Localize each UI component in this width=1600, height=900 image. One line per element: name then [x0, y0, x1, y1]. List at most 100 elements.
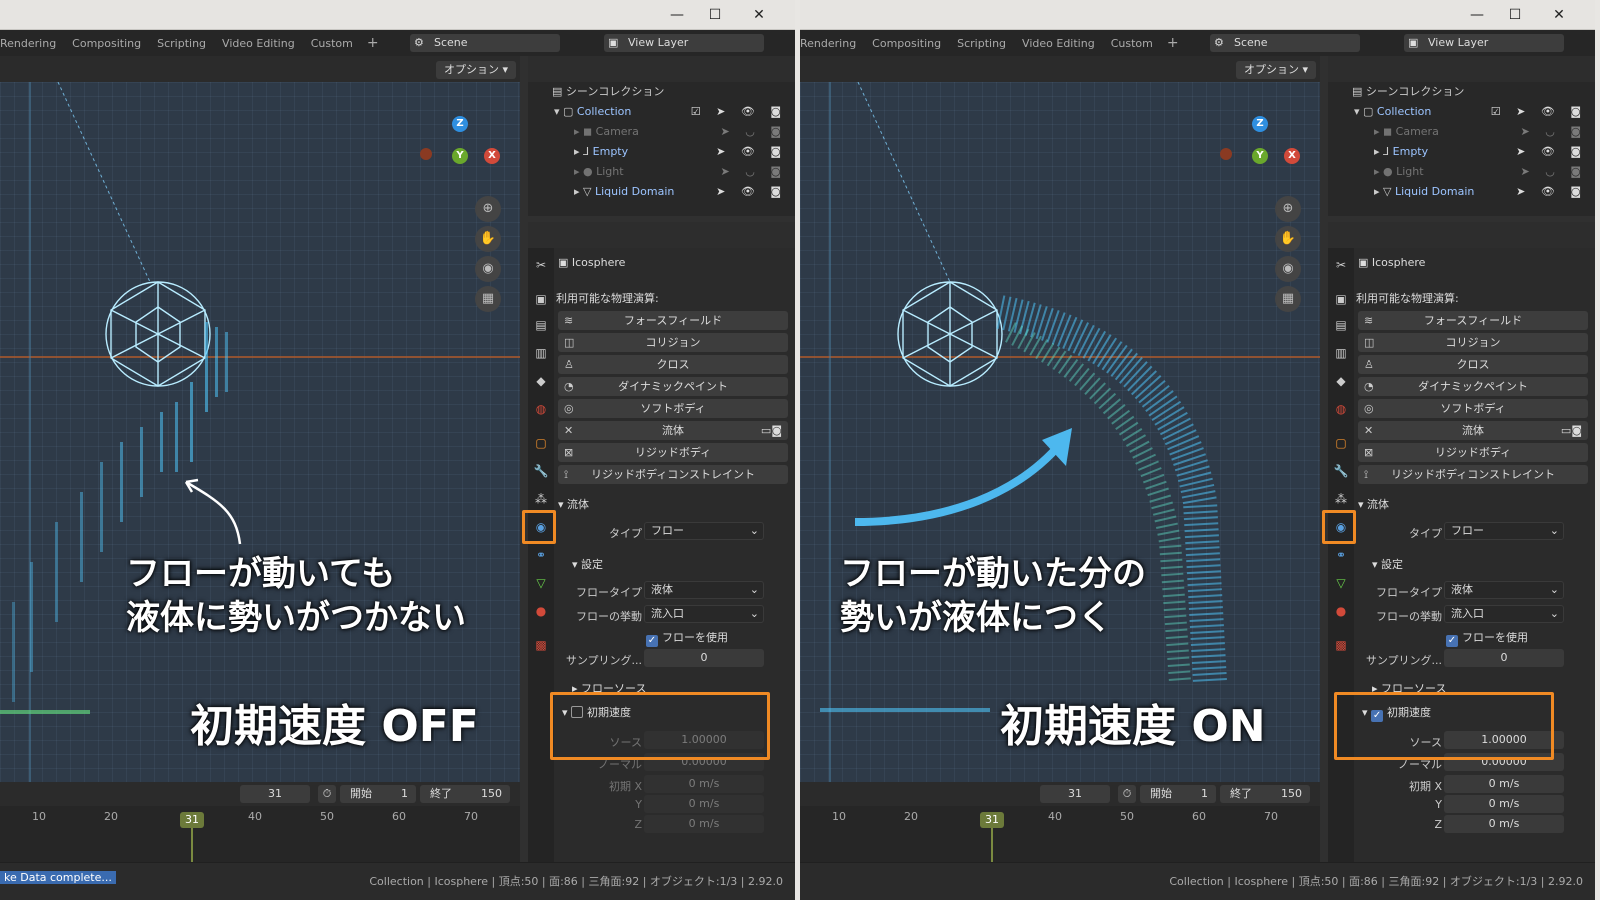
end-frame-field[interactable]: 終了 150	[420, 785, 510, 803]
tab-compositing[interactable]: Compositing	[864, 37, 949, 50]
soft-body-button[interactable]: ◎ ソフトボディ	[558, 399, 788, 418]
render-tab-icon[interactable]: ▣	[532, 290, 550, 308]
visibility-icons[interactable]: ☑ ➤ 👁 ◙	[691, 102, 787, 122]
tab-rendering[interactable]: Rendering	[0, 37, 64, 50]
settings-section-header[interactable]: ▾ 設定	[1372, 556, 1403, 572]
gizmo-y-icon[interactable]: Y	[1252, 148, 1268, 164]
tab-compositing[interactable]: Compositing	[64, 37, 149, 50]
stopwatch-icon[interactable]: ⏱	[318, 785, 336, 803]
view-layer-tab-icon[interactable]: ▥	[1332, 344, 1350, 362]
outliner-item-empty[interactable]: ▸ ⅃ Empty ➤ 👁 ◙	[528, 142, 795, 162]
scene-tab-icon[interactable]: ◆	[532, 372, 550, 390]
modifier-tab-icon[interactable]: 🔧	[1332, 462, 1350, 480]
fluid-visibility-icons[interactable]: ▭◙	[761, 421, 782, 440]
modifier-tab-icon[interactable]: 🔧	[532, 462, 550, 480]
material-tab-icon[interactable]: ●	[532, 602, 550, 620]
rigid-body-button[interactable]: ⊠ リジッドボディ	[1358, 443, 1588, 462]
render-tab-icon[interactable]: ▣	[1332, 290, 1350, 308]
init-y-field[interactable]: 0 m/s	[1444, 795, 1564, 813]
type-dropdown[interactable]: フロー ⌄	[644, 522, 764, 540]
playhead[interactable]: 31	[980, 812, 1004, 828]
timeline-area[interactable]: 10 20 31 40 50 60 70	[0, 806, 520, 862]
fluid-section-header[interactable]: ▾ 流体	[558, 496, 589, 512]
data-tab-icon[interactable]: ▽	[532, 574, 550, 592]
sampling-field[interactable]: 0	[644, 649, 764, 667]
particles-tab-icon[interactable]: ⁂	[532, 490, 550, 508]
init-x-field[interactable]: 0 m/s	[644, 775, 764, 793]
tab-video-editing[interactable]: Video Editing	[1014, 37, 1103, 50]
add-workspace-icon[interactable]: +	[1161, 35, 1185, 51]
outliner-item-camera[interactable]: ▸ ◼ Camera ➤ ◡ ◙	[528, 122, 795, 142]
fluid-button[interactable]: ✕ 流体 ▭◙	[558, 421, 788, 440]
constraints-tab-icon[interactable]: ⚭	[1332, 546, 1350, 564]
tool-tab-icon[interactable]: ✂	[532, 256, 550, 274]
cloth-button[interactable]: ♙ クロス	[558, 355, 788, 374]
close-icon[interactable]: ✕	[750, 6, 768, 24]
data-tab-icon[interactable]: ▽	[1332, 574, 1350, 592]
outliner-item-light[interactable]: ▸ ● Light ➤ ◡ ◙	[528, 162, 795, 182]
object-tab-icon[interactable]: ▢	[532, 434, 550, 452]
add-workspace-icon[interactable]: +	[361, 35, 385, 51]
tab-scripting[interactable]: Scripting	[949, 37, 1014, 50]
tab-rendering[interactable]: Rendering	[800, 37, 864, 50]
init-z-field[interactable]: 0 m/s	[1444, 815, 1564, 833]
settings-section-header[interactable]: ▾ 設定	[572, 556, 603, 572]
outliner-item-light[interactable]: ▸ ● Light ➤ ◡ ◙	[1328, 162, 1595, 182]
pan-hand-icon[interactable]: ✋	[1275, 226, 1301, 252]
3d-viewport[interactable]: Z Y X ⊕ ✋ ◉ ▦ フローが動いた分の 勢いが液体につく 初期速度 ON	[800, 82, 1320, 782]
grid-view-icon[interactable]: ▦	[1275, 286, 1301, 312]
world-tab-icon[interactable]: ◍	[1332, 400, 1350, 418]
outliner-item-liquid-domain[interactable]: ▸ ▽ Liquid Domain ➤ 👁 ◙	[1328, 182, 1595, 202]
fluid-visibility-icons[interactable]: ▭◙	[1561, 421, 1582, 440]
object-tab-icon[interactable]: ▢	[1332, 434, 1350, 452]
gizmo-z-icon[interactable]: Z	[452, 116, 468, 132]
rigid-body-button[interactable]: ⊠ リジッドボディ	[558, 443, 788, 462]
cloth-button[interactable]: ♙ クロス	[1358, 355, 1588, 374]
3d-viewport[interactable]: Z Y X ⊕ ✋ ◉ ▦ フローが動いても 液体に勢いがつかない 初期速度 O…	[0, 82, 520, 782]
current-frame-field[interactable]: 31	[1040, 785, 1110, 803]
view-layer-selector[interactable]: ▣ View Layer	[1404, 34, 1564, 52]
particles-tab-icon[interactable]: ⁂	[1332, 490, 1350, 508]
zoom-icon[interactable]: ⊕	[1275, 196, 1301, 222]
fluid-section-header[interactable]: ▾ 流体	[1358, 496, 1389, 512]
outliner-item-empty[interactable]: ▸ ⅃ Empty ➤ 👁 ◙	[1328, 142, 1595, 162]
dynamic-paint-button[interactable]: ◔ ダイナミックペイント	[558, 377, 788, 396]
output-tab-icon[interactable]: ▤	[532, 316, 550, 334]
pan-hand-icon[interactable]: ✋	[475, 226, 501, 252]
world-tab-icon[interactable]: ◍	[532, 400, 550, 418]
soft-body-button[interactable]: ◎ ソフトボディ	[1358, 399, 1588, 418]
gizmo-x-icon[interactable]: X	[484, 148, 500, 164]
use-flow-checkbox[interactable]: ✓ フローを使用	[1446, 629, 1528, 647]
outliner-item-camera[interactable]: ▸ ◼ Camera ➤ ◡ ◙	[1328, 122, 1595, 142]
camera-view-icon[interactable]: ◉	[475, 256, 501, 282]
tab-video-editing[interactable]: Video Editing	[214, 37, 303, 50]
texture-tab-icon[interactable]: ▩	[1332, 636, 1350, 654]
gizmo-x-icon[interactable]: X	[1284, 148, 1300, 164]
gizmo-neg-x-icon[interactable]	[420, 148, 432, 160]
timeline-area[interactable]: 10 20 31 40 50 60 70	[800, 806, 1320, 862]
force-field-button[interactable]: ≋ フォースフィールド	[1358, 311, 1588, 330]
outliner-collection[interactable]: ▾ ▢ Collection ☑ ➤ 👁 ◙	[1328, 102, 1595, 122]
grid-view-icon[interactable]: ▦	[475, 286, 501, 312]
init-y-field[interactable]: 0 m/s	[644, 795, 764, 813]
options-button[interactable]: オプション ▾	[436, 61, 517, 79]
start-frame-field[interactable]: 開始 1	[1140, 785, 1216, 803]
fluid-button[interactable]: ✕ 流体 ▭◙	[1358, 421, 1588, 440]
dynamic-paint-button[interactable]: ◔ ダイナミックペイント	[1358, 377, 1588, 396]
minimize-icon[interactable]: —	[1468, 6, 1486, 24]
tab-custom[interactable]: Custom	[303, 37, 361, 50]
sampling-field[interactable]: 0	[1444, 649, 1564, 667]
init-z-field[interactable]: 0 m/s	[644, 815, 764, 833]
flow-behavior-dropdown[interactable]: 流入口 ⌄	[1444, 605, 1564, 623]
texture-tab-icon[interactable]: ▩	[532, 636, 550, 654]
outliner-collection[interactable]: ▾ ▢ Collection ☑ ➤ 👁 ◙	[528, 102, 795, 122]
tool-tab-icon[interactable]: ✂	[1332, 256, 1350, 274]
collision-button[interactable]: ◫ コリジョン	[1358, 333, 1588, 352]
tab-custom[interactable]: Custom	[1103, 37, 1161, 50]
force-field-button[interactable]: ≋ フォースフィールド	[558, 311, 788, 330]
material-tab-icon[interactable]: ●	[1332, 602, 1350, 620]
current-frame-field[interactable]: 31	[240, 785, 310, 803]
init-x-field[interactable]: 0 m/s	[1444, 775, 1564, 793]
use-flow-checkbox[interactable]: ✓ フローを使用	[646, 629, 728, 647]
maximize-icon[interactable]: ☐	[706, 6, 724, 24]
